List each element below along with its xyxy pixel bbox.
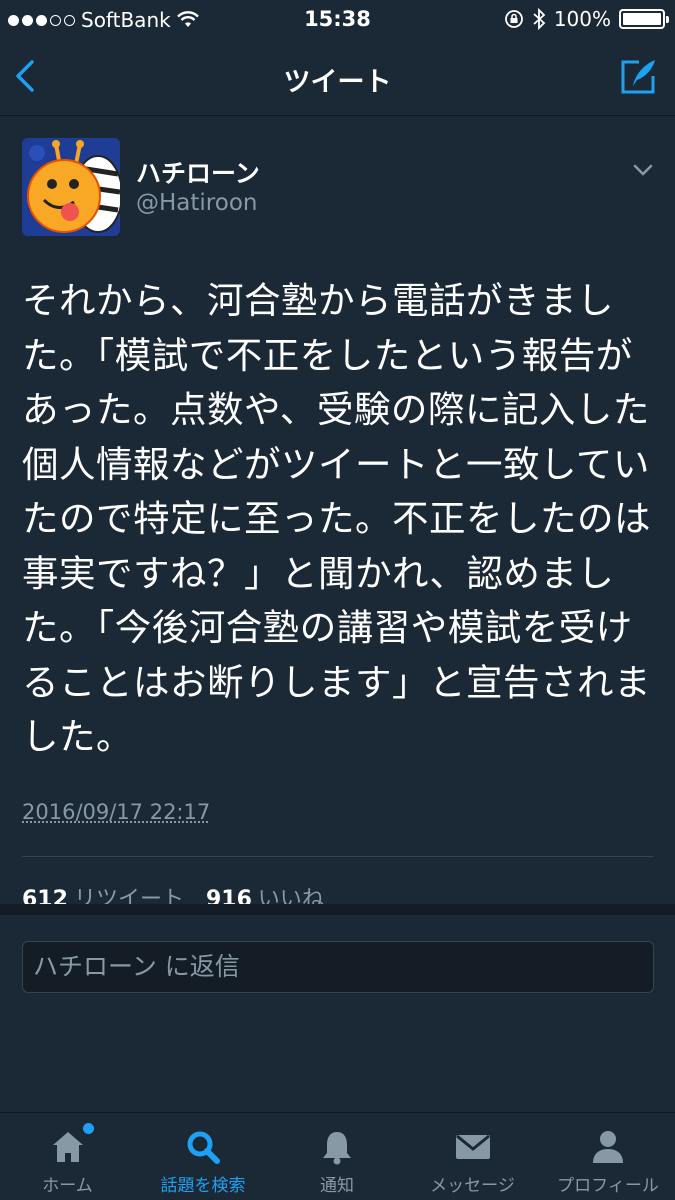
tweet-text: それから、河合塾から電話がきました。「模試で不正をしたという報告があった。点数や… [22, 279, 651, 758]
author-handle[interactable]: @Hatiroon [136, 190, 257, 216]
tab-bar: ホーム 話題を検索 通知 メッセージ プロフィール [0, 1112, 675, 1200]
divider [22, 856, 653, 857]
notification-dot [82, 1123, 94, 1134]
tweet-timestamp[interactable]: 2016/09/17 22:17 [22, 800, 210, 824]
reply-bar: ハチローン に返信 [0, 914, 675, 1010]
nav-bar: ツイート [0, 38, 675, 116]
bluetooth-icon [533, 8, 546, 30]
compose-tweet-icon[interactable] [617, 56, 659, 98]
status-bar: SoftBank 15:38 100% [0, 0, 675, 38]
tab-label: メッセージ [430, 1176, 515, 1196]
tab-label: 話題を検索 [160, 1176, 246, 1196]
person-icon [593, 1131, 623, 1163]
page-title: ツイート [283, 67, 392, 98]
status-right: 100% [504, 7, 669, 31]
author-name[interactable]: ハチローン [136, 154, 260, 190]
bell-icon [323, 1132, 351, 1165]
avatar[interactable] [22, 138, 120, 236]
home-icon [52, 1132, 83, 1162]
battery-percent: 100% [553, 7, 611, 31]
tab-label: ホーム [42, 1176, 93, 1196]
tab-home[interactable]: ホーム [20, 1113, 115, 1200]
tab-profile[interactable]: プロフィール [546, 1113, 670, 1200]
chevron-down-icon[interactable] [631, 160, 655, 180]
reply-input[interactable]: ハチローン に返信 [22, 941, 654, 993]
tab-label: プロフィール [557, 1176, 659, 1196]
section-separator [0, 904, 675, 914]
rotation-lock-icon [504, 10, 523, 28]
battery-icon [619, 9, 669, 29]
tab-notifications[interactable]: 通知 [292, 1113, 382, 1200]
tab-search[interactable]: 話題を検索 [148, 1113, 258, 1200]
search-icon [187, 1131, 220, 1164]
tab-label: 通知 [320, 1176, 354, 1196]
envelope-icon [455, 1134, 490, 1159]
avatar-bee-image [22, 138, 120, 236]
tab-messages[interactable]: メッセージ [415, 1113, 530, 1200]
